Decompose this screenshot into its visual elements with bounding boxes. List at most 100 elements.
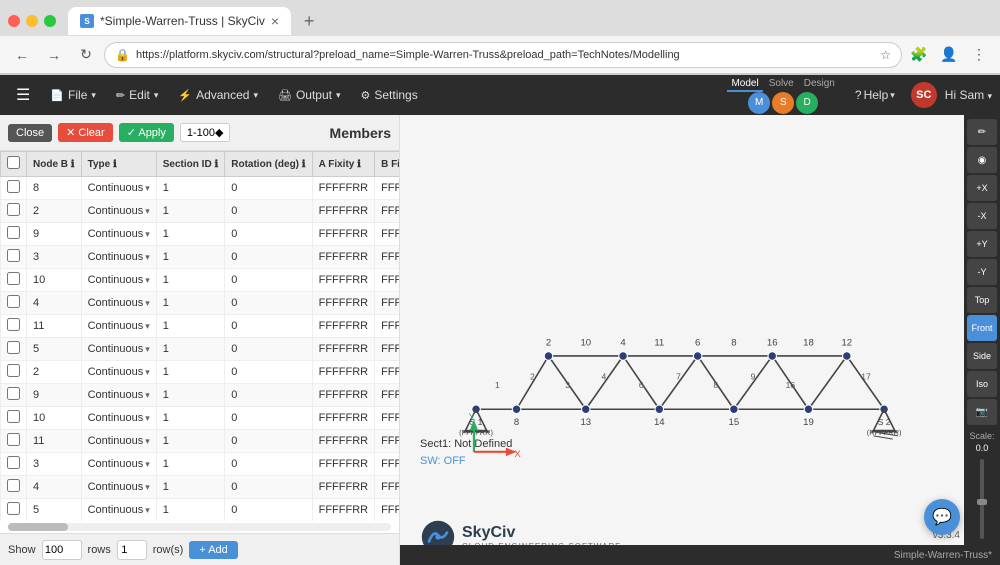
settings-menu[interactable]: ⚙ Settings — [353, 84, 426, 106]
iso-btn[interactable]: Iso — [967, 371, 997, 397]
type-cell[interactable]: Continuous▾ — [81, 430, 156, 453]
user-avatar[interactable]: SC — [911, 82, 937, 108]
side-btn[interactable]: Side — [967, 343, 997, 369]
type-cell[interactable]: Continuous▾ — [81, 407, 156, 430]
new-tab-button[interactable]: + — [295, 7, 323, 35]
url-bar[interactable]: 🔒 https://platform.skyciv.com/structural… — [104, 42, 902, 68]
rows-count-input[interactable] — [42, 540, 82, 560]
close-button[interactable]: Close — [8, 124, 52, 142]
apply-button[interactable]: ✓ Apply — [119, 123, 174, 142]
row-checkbox-cell[interactable] — [1, 269, 27, 292]
file-menu[interactable]: 📄 File ▾ — [42, 84, 104, 106]
type-cell[interactable]: Continuous▾ — [81, 361, 156, 384]
row-checkbox-cell[interactable] — [1, 476, 27, 499]
edit-view-btn[interactable]: ✏ — [967, 119, 997, 145]
col-rotation[interactable]: Rotation (deg) ℹ — [225, 152, 312, 177]
row-checkbox-cell[interactable] — [1, 361, 27, 384]
clear-button[interactable]: ✕ Clear — [58, 123, 113, 142]
scale-slider[interactable] — [980, 459, 984, 539]
col-a-fixity[interactable]: A Fixity ℹ — [312, 152, 374, 177]
top-btn[interactable]: Top — [967, 287, 997, 313]
type-cell[interactable]: Continuous▾ — [81, 384, 156, 407]
model-icon-btn[interactable]: M — [748, 92, 770, 114]
bookmark-icon[interactable]: ☆ — [880, 48, 891, 62]
solve-icon-btn[interactable]: S — [772, 92, 794, 114]
row-checkbox[interactable] — [7, 341, 20, 354]
row-checkbox[interactable] — [7, 295, 20, 308]
menu-icon[interactable]: ⋮ — [966, 42, 992, 68]
plus-y-btn[interactable]: +Y — [967, 231, 997, 257]
col-node-b[interactable]: Node B ℹ — [27, 152, 82, 177]
type-cell[interactable]: Continuous▾ — [81, 246, 156, 269]
help-button[interactable]: ? Help ▾ — [847, 84, 903, 106]
minus-y-btn[interactable]: -Y — [967, 259, 997, 285]
col-section-id[interactable]: Section ID ℹ — [156, 152, 224, 177]
row-checkbox-cell[interactable] — [1, 292, 27, 315]
profile-icon[interactable]: 👤 — [936, 42, 962, 68]
row-checkbox-cell[interactable] — [1, 407, 27, 430]
type-cell[interactable]: Continuous▾ — [81, 315, 156, 338]
maximize-traffic-light[interactable] — [44, 15, 56, 27]
output-menu[interactable]: 🖨 Output ▾ — [270, 84, 349, 106]
row-checkbox[interactable] — [7, 410, 20, 423]
tab-close-icon[interactable]: × — [271, 13, 279, 29]
row-checkbox-cell[interactable] — [1, 246, 27, 269]
design-icon-btn[interactable]: D — [796, 92, 818, 114]
active-tab[interactable]: S *Simple-Warren-Truss | SkyCiv × — [68, 7, 291, 35]
hamburger-menu[interactable]: ☰ — [8, 81, 38, 109]
add-button[interactable]: + Add — [189, 541, 237, 559]
camera-btn[interactable]: 📷 — [967, 399, 997, 425]
row-checkbox[interactable] — [7, 387, 20, 400]
close-traffic-light[interactable] — [8, 15, 20, 27]
solve-tab[interactable]: Solve — [765, 77, 798, 92]
type-cell[interactable]: Continuous▾ — [81, 476, 156, 499]
members-table-container[interactable]: Node B ℹ Type ℹ Section ID ℹ Rotation (d… — [0, 151, 399, 521]
type-cell[interactable]: Continuous▾ — [81, 453, 156, 476]
row-checkbox[interactable] — [7, 318, 20, 331]
row-checkbox[interactable] — [7, 502, 20, 515]
row-checkbox[interactable] — [7, 272, 20, 285]
row-checkbox-cell[interactable] — [1, 177, 27, 200]
select-all-checkbox[interactable] — [7, 156, 20, 169]
type-cell[interactable]: Continuous▾ — [81, 499, 156, 522]
row-checkbox[interactable] — [7, 180, 20, 193]
forward-button[interactable]: → — [40, 41, 68, 69]
horizontal-scrollbar[interactable] — [8, 523, 391, 531]
type-cell[interactable]: Continuous▾ — [81, 269, 156, 292]
row-checkbox-cell[interactable] — [1, 315, 27, 338]
row-checkbox[interactable] — [7, 364, 20, 377]
edit-menu[interactable]: ✏ Edit ▾ — [108, 84, 166, 106]
type-cell[interactable]: Continuous▾ — [81, 177, 156, 200]
extensions-icon[interactable]: 🧩 — [906, 42, 932, 68]
row-checkbox-cell[interactable] — [1, 384, 27, 407]
row-checkbox[interactable] — [7, 203, 20, 216]
type-cell[interactable]: Continuous▾ — [81, 292, 156, 315]
user-greeting[interactable]: Hi Sam ▾ — [945, 88, 992, 102]
col-b-fixity[interactable]: B Fixity ℹ — [375, 152, 399, 177]
model-tab[interactable]: Model — [727, 77, 762, 92]
row-checkbox-cell[interactable] — [1, 499, 27, 522]
plus-x-btn[interactable]: +X — [967, 175, 997, 201]
row-checkbox[interactable] — [7, 456, 20, 469]
row-checkbox-cell[interactable] — [1, 338, 27, 361]
minimize-traffic-light[interactable] — [26, 15, 38, 27]
row-checkbox[interactable] — [7, 226, 20, 239]
refresh-button[interactable]: ↻ — [72, 41, 100, 69]
type-cell[interactable]: Continuous▾ — [81, 223, 156, 246]
col-select[interactable] — [1, 152, 27, 177]
back-button[interactable]: ← — [8, 41, 36, 69]
row-checkbox-cell[interactable] — [1, 430, 27, 453]
row-checkbox[interactable] — [7, 479, 20, 492]
front-btn[interactable]: Front — [967, 315, 997, 341]
row-number-input[interactable] — [117, 540, 147, 560]
row-checkbox[interactable] — [7, 249, 20, 262]
eye-view-btn[interactable]: ◉ — [967, 147, 997, 173]
viewport[interactable]: 2 10 4 11 6 8 16 18 12 S 1 (FFFFRR) 8 13… — [400, 115, 1000, 565]
minus-x-btn[interactable]: -X — [967, 203, 997, 229]
design-tab[interactable]: Design — [800, 77, 839, 92]
row-checkbox-cell[interactable] — [1, 223, 27, 246]
row-checkbox-cell[interactable] — [1, 200, 27, 223]
chat-bubble[interactable]: 💬 — [924, 499, 960, 535]
type-cell[interactable]: Continuous▾ — [81, 200, 156, 223]
type-cell[interactable]: Continuous▾ — [81, 338, 156, 361]
